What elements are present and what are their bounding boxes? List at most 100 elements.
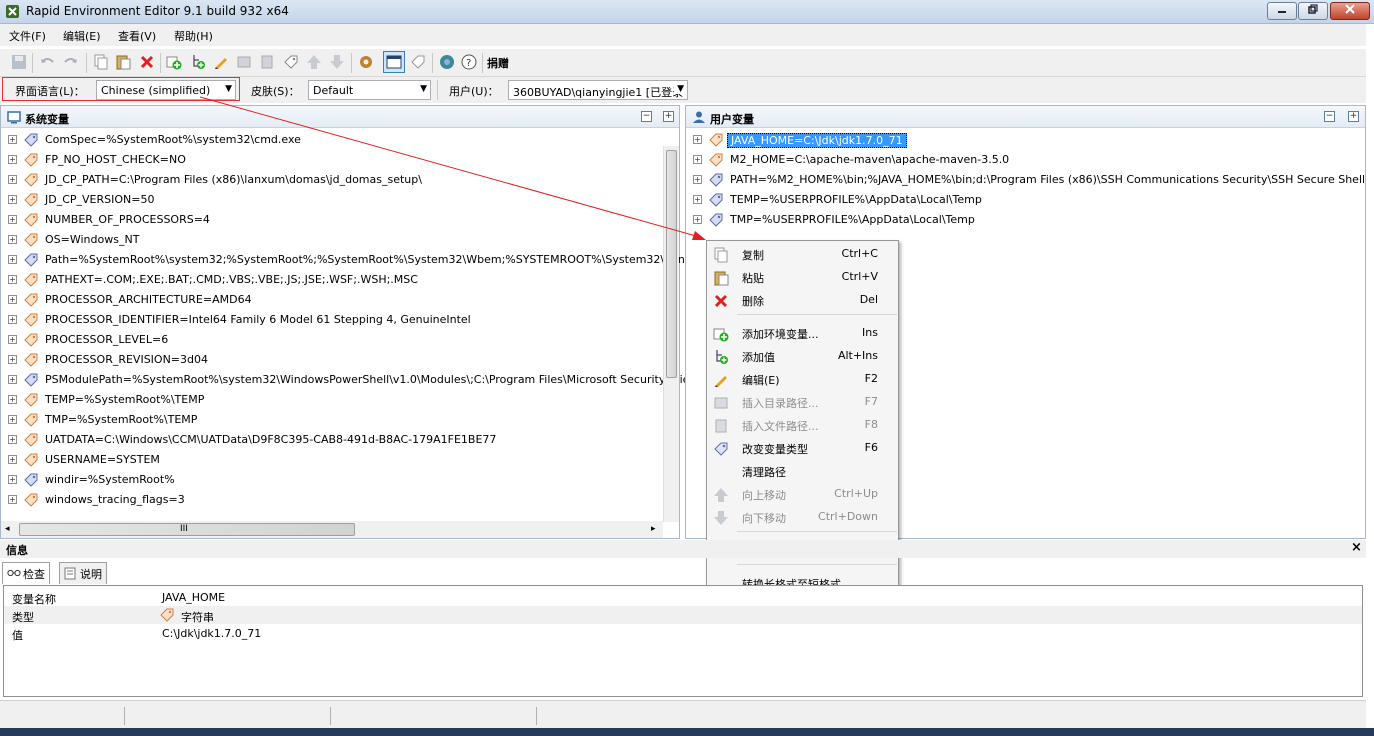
menu-separator: [737, 564, 897, 565]
expand-icon[interactable]: +: [8, 435, 17, 444]
context-menu-item[interactable]: 清理路径: [707, 460, 898, 482]
move-down-button[interactable]: [328, 53, 346, 71]
menu-view[interactable]: 查看(V): [118, 28, 156, 44]
language-select[interactable]: Chinese (simplified) ▼: [96, 80, 236, 100]
expand-icon[interactable]: +: [693, 135, 702, 144]
info-row-name: 变量名称 JAVA_HOME: [4, 588, 1362, 606]
system-panel-title: 系统变量: [25, 113, 69, 126]
string-tag-icon: [24, 433, 38, 447]
edit-button[interactable]: [212, 53, 230, 71]
expand-icon[interactable]: +: [8, 495, 17, 504]
scroll-left-icon[interactable]: ◂: [5, 524, 10, 534]
string-tag-icon: [709, 133, 723, 147]
tab-inspect[interactable]: 检查: [2, 562, 50, 584]
copy-button[interactable]: [92, 53, 110, 71]
save-button[interactable]: [10, 53, 28, 71]
hscroll-thumb[interactable]: III: [19, 523, 355, 536]
context-menu-item[interactable]: 复制 Ctrl+C: [707, 243, 898, 265]
settings-button[interactable]: [357, 53, 375, 71]
expand-icon[interactable]: +: [693, 175, 702, 184]
expand-icon[interactable]: +: [8, 275, 17, 284]
expand-icon[interactable]: +: [8, 155, 17, 164]
menu-item-shortcut: Ctrl+Down: [818, 510, 878, 523]
expand-icon[interactable]: +: [693, 155, 702, 164]
expand-icon[interactable]: +: [8, 235, 17, 244]
expand-icon[interactable]: +: [8, 395, 17, 404]
view-button[interactable]: [383, 51, 405, 73]
context-menu-item[interactable]: 添加环境变量... Ins: [707, 322, 898, 344]
string-tag-icon: [24, 493, 38, 507]
add-variable-button[interactable]: [165, 53, 183, 71]
scroll-thumb[interactable]: [666, 150, 677, 378]
expand-icon[interactable]: +: [8, 175, 17, 184]
donate-button[interactable]: 捐赠: [487, 55, 509, 71]
expand-icon[interactable]: +: [8, 315, 17, 324]
info-close-button[interactable]: ×: [1351, 540, 1362, 555]
user-icon: [693, 111, 705, 123]
maximize-button[interactable]: [1298, 2, 1328, 20]
context-menu-item[interactable]: 粘贴 Ctrl+V: [707, 266, 898, 288]
expand-icon[interactable]: +: [8, 415, 17, 424]
close-button[interactable]: [1330, 2, 1370, 20]
expand-all-button[interactable]: +: [1348, 111, 1359, 122]
paste-button[interactable]: [114, 53, 132, 71]
insert-file-button[interactable]: [258, 53, 276, 71]
delete-button[interactable]: [138, 53, 156, 71]
context-menu-item[interactable]: 向上移动 Ctrl+Up: [707, 483, 898, 505]
redo-button[interactable]: [62, 53, 80, 71]
expand-icon[interactable]: +: [693, 215, 702, 224]
collapse-all-button[interactable]: −: [1324, 111, 1335, 122]
menu-help[interactable]: 帮助(H): [174, 28, 213, 44]
expand-icon[interactable]: +: [8, 135, 17, 144]
context-menu-item[interactable]: 编辑(E) F2: [707, 368, 898, 390]
restore-icon: [1308, 4, 1318, 14]
context-menu-item[interactable]: 向下移动 Ctrl+Down: [707, 506, 898, 528]
web-button[interactable]: [438, 53, 456, 71]
expand-icon[interactable]: +: [693, 195, 702, 204]
menu-file[interactable]: 文件(F): [9, 28, 46, 44]
expand-icon[interactable]: +: [8, 355, 17, 364]
context-menu-item[interactable]: 改变变量类型 F6: [707, 437, 898, 459]
menu-item-shortcut: F7: [864, 395, 878, 408]
expand-icon[interactable]: +: [8, 295, 17, 304]
list-tag-icon: [24, 253, 38, 267]
tab-description[interactable]: 说明: [59, 562, 107, 584]
menu-item-shortcut: Ctrl+Up: [834, 487, 878, 500]
copy-icon: [714, 247, 728, 263]
tag-button[interactable]: [409, 53, 427, 71]
user-select[interactable]: 360BUYAD\qianyingjie1 [已登录 ▼: [508, 80, 688, 100]
add-value-button[interactable]: [189, 53, 207, 71]
expand-icon[interactable]: +: [8, 215, 17, 224]
context-menu-item[interactable]: 插入目录路径... F7: [707, 391, 898, 413]
skin-select[interactable]: Default ▼: [308, 80, 431, 100]
collapse-all-button[interactable]: −: [641, 111, 652, 122]
menu-item-label: 插入文件路径...: [742, 420, 819, 433]
pencil-icon: [715, 376, 727, 387]
move-up-button[interactable]: [305, 53, 323, 71]
toolbar: ? 捐赠: [0, 49, 1366, 77]
expand-icon[interactable]: +: [8, 455, 17, 464]
expand-all-button[interactable]: +: [663, 111, 674, 122]
context-menu-item[interactable]: 删除 Del: [707, 289, 898, 311]
help-button[interactable]: ?: [460, 53, 478, 71]
system-vscroll[interactable]: [663, 146, 679, 522]
expand-icon[interactable]: +: [8, 475, 17, 484]
menu-edit[interactable]: 编辑(E): [63, 28, 101, 44]
expand-icon[interactable]: +: [8, 335, 17, 344]
context-menu-item[interactable]: 添加值 Alt+Ins: [707, 345, 898, 367]
string-tag-icon: [709, 153, 723, 167]
system-hscroll[interactable]: ◂ III ▸: [1, 521, 663, 538]
insert-dir-button[interactable]: [235, 53, 253, 71]
menu-item-label: 清理路径: [742, 466, 786, 479]
variable-text: USERNAME=SYSTEM: [45, 453, 160, 466]
context-menu-item[interactable]: 插入文件路径... F8: [707, 414, 898, 436]
change-type-button[interactable]: [282, 53, 300, 71]
variable-text: JD_CP_PATH=C:\Program Files (x86)\lanxum…: [45, 173, 422, 186]
minimize-button[interactable]: [1267, 2, 1297, 20]
expand-icon[interactable]: +: [8, 255, 17, 264]
undo-button[interactable]: [38, 53, 56, 71]
expand-icon[interactable]: +: [8, 375, 17, 384]
expand-icon[interactable]: +: [8, 195, 17, 204]
scroll-right-icon[interactable]: ▸: [651, 524, 656, 534]
add-value-icon: [716, 350, 728, 364]
